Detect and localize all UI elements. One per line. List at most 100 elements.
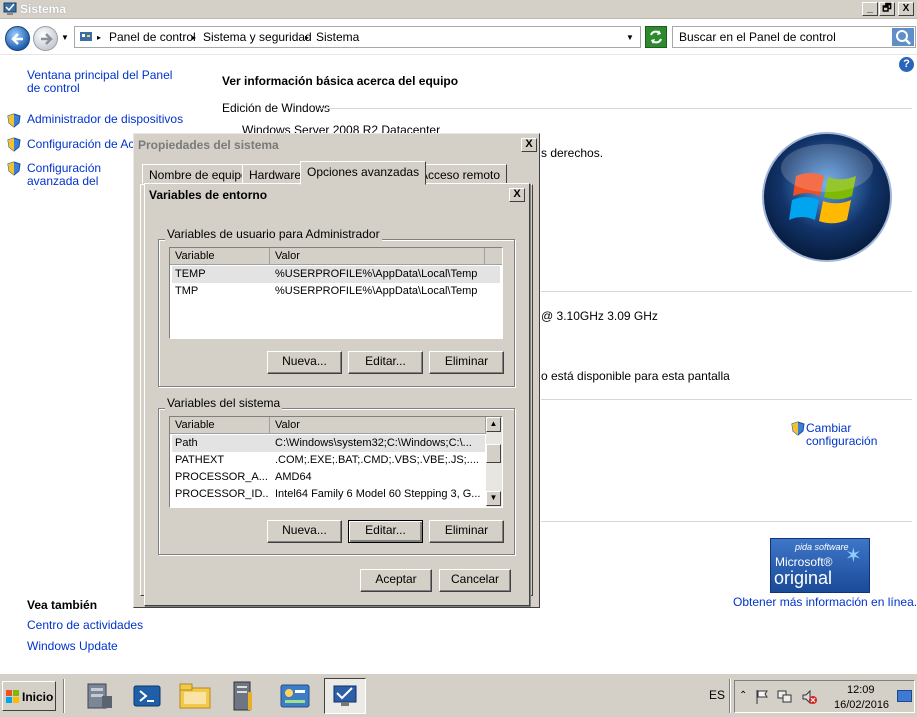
page-title: Ver información básica acerca del equipo [222, 74, 459, 88]
system-variables-list[interactable]: Variable Valor Path C:\Windows\system32;… [169, 416, 503, 508]
powershell-icon[interactable] [126, 678, 168, 714]
system-var-value[interactable]: C:\Windows\system32;C:\Windows;C:\... [275, 437, 483, 449]
windows-flag-icon [6, 690, 20, 704]
section-divider [541, 521, 912, 522]
arrow-left-icon [11, 33, 23, 45]
see-also-heading: Vea también [27, 598, 98, 612]
processor-speed-text: @ 3.10GHz 3.09 GHz [541, 309, 658, 323]
action-center-link[interactable]: Centro de actividades [27, 619, 143, 632]
system-var-value[interactable]: Intel64 Family 6 Model 60 Stepping 3, G.… [275, 488, 483, 500]
device-manager-link[interactable]: Administrador de dispositivos [27, 113, 183, 126]
user-var-value[interactable]: %USERPROFILE%\AppData\Local\Temp [275, 268, 500, 280]
change-settings-link[interactable]: Cambiar configuración [806, 422, 896, 448]
close-environment-variables-button[interactable]: X [509, 188, 525, 202]
column-header-variable[interactable]: Variable [170, 417, 270, 434]
scroll-up-icon[interactable]: ▲ [486, 417, 501, 432]
minimize-button[interactable]: _ [862, 2, 878, 16]
breadcrumb-system-security[interactable]: Sistema y seguridad [203, 30, 312, 44]
system-properties-title-bar[interactable]: Propiedades del sistema X [135, 135, 538, 155]
column-header-value[interactable]: Valor [270, 248, 485, 265]
user-variables-group-label: Variables de usuario para Administrador [165, 227, 382, 241]
edit-system-variable-button[interactable]: Editar... [348, 520, 423, 543]
control-panel-icon [79, 30, 93, 44]
windows-edition-section: Edición de Windows [222, 101, 331, 115]
clock-time[interactable]: 12:09 [847, 684, 875, 696]
taskbar-divider [63, 679, 65, 713]
new-system-variable-button[interactable]: Nueva... [267, 520, 342, 543]
breadcrumb-control-panel[interactable]: Panel de control [109, 30, 196, 44]
breadcrumb-chevron-icon[interactable]: ▸ [97, 33, 101, 42]
system-window-taskbar-button[interactable] [324, 678, 366, 714]
system-var-name[interactable]: PROCESSOR_A... [175, 471, 269, 483]
tab-hardware[interactable]: Hardware [242, 164, 309, 184]
system-var-name[interactable]: Path [175, 437, 269, 449]
control-panel-taskbar-icon[interactable] [274, 678, 316, 714]
delete-system-variable-button[interactable]: Eliminar [429, 520, 504, 543]
taskbar: Inicio ES ⌃ 12:09 16/02/2016 [0, 673, 917, 717]
show-desktop-button[interactable] [897, 690, 912, 702]
refresh-button[interactable] [645, 26, 667, 48]
edit-user-variable-button[interactable]: Editar... [348, 351, 423, 374]
remote-settings-link[interactable]: Configuración de Acceso remoto [27, 138, 133, 151]
history-dropdown-icon[interactable]: ▼ [61, 33, 69, 42]
system-variables-group-label: Variables del sistema [165, 396, 283, 410]
restore-button[interactable]: 🗗 [879, 2, 895, 16]
breadcrumb-system[interactable]: Sistema [316, 30, 359, 44]
notification-area: ⌃ 12:09 16/02/2016 [734, 680, 915, 713]
column-header-variable[interactable]: Variable [170, 248, 270, 265]
user-var-value[interactable]: %USERPROFILE%\AppData\Local\Temp [275, 285, 500, 297]
start-button[interactable]: Inicio [2, 681, 56, 711]
delete-user-variable-button[interactable]: Eliminar [429, 351, 504, 374]
network-icon[interactable] [777, 689, 793, 708]
system-var-name[interactable]: PROCESSOR_ID... [175, 488, 269, 500]
environment-variables-title-bar[interactable]: Variables de entorno X [146, 185, 528, 205]
new-user-variable-button[interactable]: Nueva... [267, 351, 342, 374]
tab-computer-name[interactable]: Nombre de equipo [142, 164, 255, 184]
explorer-folder-icon[interactable] [174, 678, 216, 714]
pen-touch-text: o está disponible para esta pantalla [541, 369, 730, 383]
windows-logo [760, 130, 894, 264]
section-divider [541, 291, 912, 292]
system-var-value[interactable]: AMD64 [275, 471, 483, 483]
back-button[interactable] [5, 26, 30, 51]
system-var-name[interactable]: PATHEXT [175, 454, 269, 466]
windows-update-link[interactable]: Windows Update [27, 640, 118, 653]
control-panel-home-link[interactable]: Ventana principal del Panel de control [27, 69, 187, 95]
show-hidden-icons-icon[interactable]: ⌃ [739, 690, 747, 701]
forward-button[interactable] [33, 26, 58, 51]
close-system-properties-button[interactable]: X [521, 138, 537, 152]
shield-icon [7, 161, 21, 176]
help-icon[interactable]: ? [899, 57, 914, 72]
column-header-value[interactable]: Valor [270, 417, 486, 434]
scroll-thumb[interactable] [486, 444, 501, 463]
address-bar[interactable]: ▸ Panel de control ▸ Sistema y seguridad… [74, 26, 641, 48]
tab-advanced-options[interactable]: Opciones avanzadas [300, 161, 427, 185]
breadcrumb-chevron-icon[interactable]: ▸ [305, 33, 309, 42]
close-window-button[interactable]: X [898, 2, 914, 16]
more-info-online-link[interactable]: Obtener más información en línea... [733, 596, 917, 609]
advanced-settings-link[interactable]: Configuración avanzada del sistema [27, 162, 133, 190]
server-manager-icon[interactable] [78, 678, 120, 714]
vertical-scrollbar[interactable]: ▲ ▼ [486, 417, 502, 507]
search-input[interactable]: Buscar en el Panel de control [672, 26, 916, 48]
language-indicator[interactable]: ES [709, 688, 725, 702]
genuine-microsoft-badge[interactable]: pida software Microsoft® original ✶ [770, 538, 870, 593]
user-var-name[interactable]: TEMP [175, 268, 269, 280]
address-dropdown-icon[interactable]: ▼ [626, 33, 634, 42]
cancel-button[interactable]: Cancelar [439, 569, 511, 592]
scroll-down-icon[interactable]: ▼ [486, 491, 501, 506]
ok-button[interactable]: Aceptar [360, 569, 432, 592]
breadcrumb-chevron-icon[interactable]: ▸ [192, 33, 196, 42]
genuine-badge-line2: Microsoft® [775, 555, 833, 569]
server-tools-icon[interactable] [222, 678, 264, 714]
volume-muted-icon[interactable] [801, 689, 817, 708]
tab-remote-access[interactable]: Acceso remoto [413, 164, 508, 184]
search-icon[interactable] [892, 28, 914, 46]
window-title-bar[interactable]: Sistema _ 🗗 X [0, 0, 917, 19]
clock-date[interactable]: 16/02/2016 [834, 699, 889, 711]
address-toolbar: ▼ ▸ Panel de control ▸ Sistema y segurid… [0, 19, 917, 55]
system-var-value[interactable]: .COM;.EXE;.BAT;.CMD;.VBS;.VBE;.JS;.... [275, 454, 483, 466]
action-center-flag-icon[interactable] [755, 689, 769, 708]
user-variables-list[interactable]: Variable Valor TEMP %USERPROFILE%\AppDat… [169, 247, 503, 339]
user-var-name[interactable]: TMP [175, 285, 269, 297]
